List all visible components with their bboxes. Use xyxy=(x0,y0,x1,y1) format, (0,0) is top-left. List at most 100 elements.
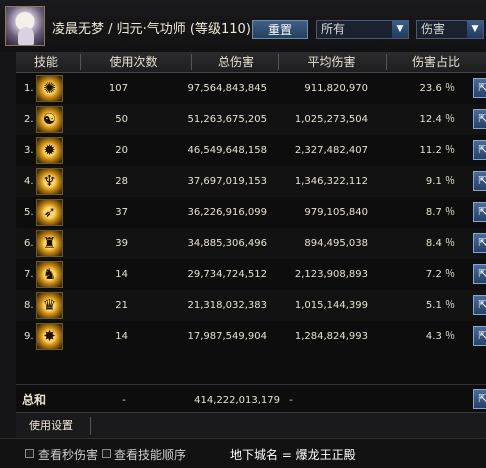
title-bar: 凌晨无梦 / 归元·气功师 (等级110) 重置 所有 ▼ 伤害 ▼ xyxy=(0,0,486,53)
column-header-skill[interactable]: 技能 xyxy=(16,52,76,72)
table-row[interactable]: 4. ♆ 28 37,697,019,153 1,346,322,112 9.1 ％ ⇱ xyxy=(16,166,486,197)
share-export-icon: ⇱ xyxy=(478,143,486,156)
row-uses: 39 xyxy=(115,238,128,249)
row-uses: 107 xyxy=(108,83,128,94)
row-total-damage: 21,318,032,383 xyxy=(187,300,267,311)
row-rank: 2. xyxy=(24,114,34,125)
share-export-icon: ⇱ xyxy=(478,298,486,311)
share-button[interactable]: ⇱ xyxy=(473,171,486,191)
row-rank: 3. xyxy=(24,145,34,156)
row-total-damage: 97,564,843,845 xyxy=(187,83,267,94)
row-rank: 7. xyxy=(24,269,34,280)
usage-settings-bar: 使用设置 xyxy=(16,412,486,439)
column-header-average[interactable]: 平均伤害 xyxy=(279,52,384,72)
table-row[interactable]: 6. ♜ 39 34,885,306,496 894,495,038 8.4 ％ ⇱ xyxy=(16,228,486,259)
monk-figure-icon[interactable]: ♜ xyxy=(36,230,63,257)
row-damage-percent: 11.2 ％ xyxy=(419,145,455,156)
meditation-figure-icon[interactable]: ☯ xyxy=(36,106,63,133)
share-button[interactable]: ⇱ xyxy=(473,78,486,98)
column-header-total[interactable]: 总伤害 xyxy=(192,52,280,72)
row-damage-percent: 8.4 ％ xyxy=(425,238,455,249)
warrior-stance-icon[interactable]: ♆ xyxy=(36,168,63,195)
guardian-figure-icon[interactable]: ♛ xyxy=(36,292,63,319)
metric-dropdown-value: 伤害 xyxy=(421,22,446,36)
character-name: 凌晨无梦 xyxy=(52,22,105,37)
explosion-icon[interactable]: ✸ xyxy=(36,323,63,350)
share-button[interactable]: ⇱ xyxy=(473,326,486,346)
usage-settings-tab[interactable]: 使用设置 xyxy=(29,413,73,439)
dragon-head-icon[interactable]: ♞ xyxy=(36,261,63,288)
footer-bar: 查看秒伤害 查看技能顺序 地下城名 = 爆龙王正殿 xyxy=(0,438,486,468)
row-average-damage: 1,015,144,399 xyxy=(294,300,368,311)
row-rank: 1. xyxy=(24,83,34,94)
table-row[interactable]: 9. ✸ 14 17,987,549,904 1,284,824,993 4.3 ％ ⇱ xyxy=(16,321,486,352)
background-edge xyxy=(0,52,17,438)
skill-order-checkbox[interactable] xyxy=(102,449,111,458)
column-header-percent[interactable]: 伤害占比 xyxy=(396,52,476,72)
row-total-damage: 37,697,019,153 xyxy=(187,176,267,187)
totals-row: 总和 - 414,222,013,179 - ⇱ xyxy=(16,384,486,413)
share-button[interactable]: ⇱ xyxy=(473,389,486,409)
character-title: 凌晨无梦 / 归元·气功师 (等级110) xyxy=(52,18,251,37)
row-damage-percent: 9.1 ％ xyxy=(425,176,455,187)
row-damage-percent: 5.1 ％ xyxy=(425,300,455,311)
row-uses: 37 xyxy=(115,207,128,218)
character-avatar xyxy=(5,6,45,46)
row-uses: 14 xyxy=(115,269,128,280)
row-total-damage: 29,734,724,512 xyxy=(187,269,267,280)
row-total-damage: 46,549,648,158 xyxy=(187,145,267,156)
share-export-icon: ⇱ xyxy=(478,81,486,94)
share-export-icon: ⇱ xyxy=(478,236,486,249)
column-header-uses[interactable]: 使用次数 xyxy=(81,52,186,72)
share-button[interactable]: ⇱ xyxy=(473,233,486,253)
row-damage-percent: 7.2 ％ xyxy=(425,269,455,280)
share-export-icon: ⇱ xyxy=(478,267,486,280)
row-average-damage: 2,123,908,893 xyxy=(294,269,368,280)
reset-button[interactable]: 重置 xyxy=(252,20,308,39)
row-damage-percent: 4.3 ％ xyxy=(425,331,455,342)
row-uses: 20 xyxy=(115,145,128,156)
row-damage-percent: 12.4 ％ xyxy=(419,114,455,125)
table-row[interactable]: 7. ♞ 14 29,734,724,512 2,123,908,893 7.2 ％ ⇱ xyxy=(16,259,486,290)
table-header: 技能 使用次数 总伤害 平均伤害 伤害占比 xyxy=(16,52,486,73)
table-row[interactable]: 5. ➶ 37 36,226,916,099 979,105,840 8.7 ％ ⇱ xyxy=(16,197,486,228)
row-rank: 9. xyxy=(24,331,34,342)
row-rank: 4. xyxy=(24,176,34,187)
share-button[interactable]: ⇱ xyxy=(473,264,486,284)
row-uses: 14 xyxy=(115,331,128,342)
metric-dropdown[interactable]: 伤害 ▼ xyxy=(416,20,484,39)
filter-dropdown[interactable]: 所有 ▼ xyxy=(316,20,409,39)
row-rank: 5. xyxy=(24,207,34,218)
share-button[interactable]: ⇱ xyxy=(473,109,486,129)
row-uses: 50 xyxy=(115,114,128,125)
skill-order-label[interactable]: 查看技能顺序 xyxy=(114,446,186,463)
row-damage-percent: 23.6 ％ xyxy=(419,83,455,94)
share-export-icon: ⇱ xyxy=(478,329,486,342)
table-row[interactable]: 1. ✺ 107 97,564,843,845 911,820,970 23.6 ％ ⇱ xyxy=(16,73,486,104)
share-export-icon: ⇱ xyxy=(478,112,486,125)
share-export-icon: ⇱ xyxy=(478,205,486,218)
flame-palm-icon[interactable]: ✺ xyxy=(36,75,63,102)
table-row[interactable]: 3. ✹ 20 46,549,648,158 2,327,482,407 11.2 ％ ⇱ xyxy=(16,135,486,166)
tab-divider xyxy=(90,417,91,435)
title-separator: / xyxy=(104,22,117,37)
row-total-damage: 17,987,549,904 xyxy=(187,331,267,342)
share-button[interactable]: ⇱ xyxy=(473,295,486,315)
share-export-icon: ⇱ xyxy=(478,392,486,405)
row-total-damage: 36,226,916,099 xyxy=(187,207,267,218)
per-second-label[interactable]: 查看秒伤害 xyxy=(38,446,98,463)
row-total-damage: 34,885,306,496 xyxy=(187,238,267,249)
table-row[interactable]: 2. ☯ 50 51,263,675,205 1,025,273,504 12.4 ％ ⇱ xyxy=(16,104,486,135)
column-divider xyxy=(386,54,387,70)
share-button[interactable]: ⇱ xyxy=(473,140,486,160)
per-second-checkbox[interactable] xyxy=(25,449,34,458)
burst-palm-icon[interactable]: ✹ xyxy=(36,137,63,164)
row-average-damage: 2,327,482,407 xyxy=(294,145,368,156)
wind-strike-icon[interactable]: ➶ xyxy=(36,199,63,226)
share-export-icon: ⇱ xyxy=(478,174,486,187)
row-average-damage: 894,495,038 xyxy=(304,238,368,249)
share-button[interactable]: ⇱ xyxy=(473,202,486,222)
row-average-damage: 979,105,840 xyxy=(304,207,368,218)
row-rank: 6. xyxy=(24,238,34,249)
table-row[interactable]: 8. ♛ 21 21,318,032,383 1,015,144,399 5.1 ％ ⇱ xyxy=(16,290,486,321)
